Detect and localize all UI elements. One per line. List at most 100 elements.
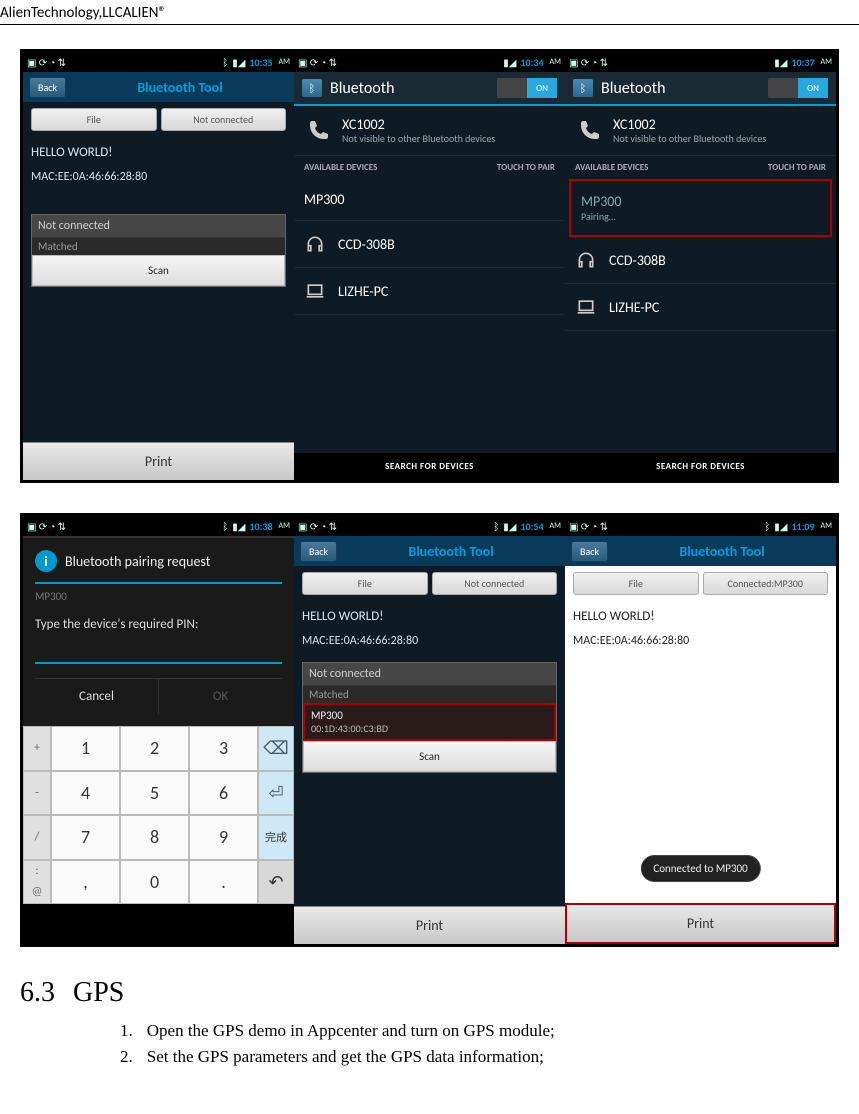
print-button[interactable]: Print (294, 906, 565, 944)
clock: 11:09 (791, 520, 814, 533)
device-hint: MP300 (35, 584, 282, 603)
screenshot-row-2: ▣ ⟳ ◔ ⇅ ᛒ▮◢10:38AM iBluetooth pairing re… (20, 513, 839, 947)
bt-icon: ᛒ (222, 520, 228, 533)
clock: 10:35 (249, 56, 272, 69)
toast-connected: Connected to MP300 (640, 855, 760, 882)
print-button[interactable]: Print (23, 442, 294, 480)
toolbar: File Connected:MP300 (565, 566, 836, 601)
key-comma[interactable]: , (51, 860, 120, 905)
key-6[interactable]: 6 (189, 771, 258, 816)
key-9[interactable]: 9 (189, 815, 258, 860)
connection-button[interactable]: Connected:MP300 (703, 572, 829, 595)
section-title: GPS (73, 977, 124, 1009)
mac-text: MAC:EE:0A:46:66:28:80 (31, 170, 286, 184)
device-mp300-pairing[interactable]: MP300Pairing… (569, 179, 832, 237)
device-lizhepc[interactable]: LIZHE-PC (565, 284, 836, 331)
screenshot-bluetooth-tool-connected: ▣ ⟳ ◔ ⇅ ᛒ▮◢11:09AM Back Bluetooth Tool F… (565, 516, 836, 944)
status-bar: ▣ ⟳ ◔ ⇅ ᛒ▮◢10:38AM (23, 516, 294, 536)
file-button[interactable]: File (302, 572, 428, 595)
bluetooth-toggle[interactable]: ON (768, 78, 828, 98)
section-list: 1.Open the GPS demo in Appcenter and tur… (120, 1021, 839, 1067)
notif-icon: ▣ ⟳ ◔ ⇅ (298, 56, 337, 69)
device-ccd308b[interactable]: CCD-308B (565, 237, 836, 284)
search-devices-button[interactable]: SEARCH FOR DEVICES (565, 453, 836, 480)
done-key[interactable]: 完成 (258, 815, 294, 860)
back-button[interactable]: Back (300, 541, 337, 562)
numeric-keypad: +123⌫ -456⏎ /789完成 : @,0.↶ (23, 726, 294, 904)
bluetooth-toggle[interactable]: ON (497, 78, 557, 98)
my-device-row[interactable]: XC1002Not visible to other Bluetooth dev… (565, 106, 836, 156)
signal-icon: ▮◢ (232, 520, 245, 533)
key-3[interactable]: 3 (189, 726, 258, 771)
key-1[interactable]: 1 (51, 726, 120, 771)
back-button[interactable]: Back (571, 541, 608, 562)
key-at[interactable]: @ (32, 885, 43, 899)
bt-icon: ᛒ (764, 520, 770, 533)
clock: 10:38 (249, 520, 272, 533)
pin-input[interactable] (35, 640, 282, 664)
key-5[interactable]: 5 (120, 771, 189, 816)
clock: 10:34 (520, 56, 543, 69)
device-name: XC1002 (613, 116, 766, 133)
scan-button[interactable]: Scan (32, 255, 285, 286)
device-mp300[interactable]: MP300 (294, 179, 565, 221)
connection-button[interactable]: Not connected (432, 572, 558, 595)
dialog-title: iBluetooth pairing request (35, 550, 282, 584)
ok-button[interactable]: OK (159, 679, 282, 714)
app-header: Back Bluetooth Tool (294, 536, 565, 566)
enter-key[interactable]: ⏎ (258, 771, 294, 816)
content-area: HELLO WORLD! MAC:EE:0A:46:66:28:80 Not c… (23, 137, 294, 417)
app-title: Bluetooth Tool (614, 543, 830, 560)
screenshot-pairing-dialog: ▣ ⟳ ◔ ⇅ ᛒ▮◢10:38AM iBluetooth pairing re… (23, 516, 294, 944)
device-lizhepc[interactable]: LIZHE-PC (294, 268, 565, 315)
notif-icon: ▣ ⟳ ◔ ⇅ (298, 520, 337, 533)
status-bar: ▣ ⟳ ◔ ⇅ ᛒ▮◢10:35AM (23, 52, 294, 72)
device-ccd308b[interactable]: CCD-308B (294, 221, 565, 268)
key-colon[interactable]: : (35, 864, 38, 878)
notif-icon: ▣ ⟳ ◔ ⇅ (27, 56, 66, 69)
app-header: Back Bluetooth Tool (23, 72, 294, 102)
back-button[interactable]: Back (29, 77, 66, 98)
status-bar: ▣ ⟳ ◔ ⇅ ▮◢10:37AM (565, 52, 836, 72)
settings-title: Bluetooth (601, 79, 760, 98)
key-plus[interactable]: + (23, 726, 51, 771)
device-popup: Not connected Matched MP300 00:1D:43:00:… (302, 662, 557, 773)
popup-matched-label: Matched (32, 238, 285, 255)
connection-button[interactable]: Not connected (161, 108, 287, 131)
key-slash[interactable]: / (23, 815, 51, 860)
file-button[interactable]: File (31, 108, 157, 131)
my-device-row[interactable]: XC1002Not visible to other Bluetooth dev… (294, 106, 565, 156)
key-minus[interactable]: - (23, 771, 51, 816)
key-4[interactable]: 4 (51, 771, 120, 816)
page-header: AlienTechnology,LLCALIEN® (0, 0, 859, 25)
section-heading: 6.3 GPS (20, 977, 839, 1009)
settings-header: ᛒ Bluetooth ON (294, 72, 565, 106)
section-labels: AVAILABLE DEVICESTOUCH TO PAIR (565, 156, 836, 179)
device-name: XC1002 (342, 116, 495, 133)
matched-device[interactable]: MP300 00:1D:43:00:C3:BD (303, 703, 556, 741)
key-0[interactable]: 0 (120, 860, 189, 905)
signal-icon: ▮◢ (774, 520, 787, 533)
search-devices-button[interactable]: SEARCH FOR DEVICES (294, 453, 565, 480)
hello-text: HELLO WORLD! (31, 145, 286, 160)
return-key[interactable]: ↶ (258, 860, 294, 905)
file-button[interactable]: File (573, 572, 699, 595)
scan-button[interactable]: Scan (303, 741, 556, 772)
key-dot[interactable]: . (189, 860, 258, 905)
popup-status: Not connected (32, 215, 285, 238)
key-7[interactable]: 7 (51, 815, 120, 860)
clock: 10:37 (791, 56, 814, 69)
key-2[interactable]: 2 (120, 726, 189, 771)
signal-icon: ▮◢ (232, 56, 245, 69)
pairing-dialog: iBluetooth pairing request MP300 Type th… (23, 536, 294, 726)
backspace-key[interactable]: ⌫ (258, 726, 294, 771)
hello-text: HELLO WORLD! (573, 609, 828, 624)
cancel-button[interactable]: Cancel (35, 679, 159, 714)
toolbar: File Not connected (23, 102, 294, 137)
phone-icon (575, 117, 603, 145)
hello-text: HELLO WORLD! (302, 609, 557, 624)
key-8[interactable]: 8 (120, 815, 189, 860)
device-visibility: Not visible to other Bluetooth devices (613, 133, 766, 145)
print-button[interactable]: Print (565, 903, 836, 944)
matched-device-mac: 00:1D:43:00:C3:BD (311, 722, 548, 735)
